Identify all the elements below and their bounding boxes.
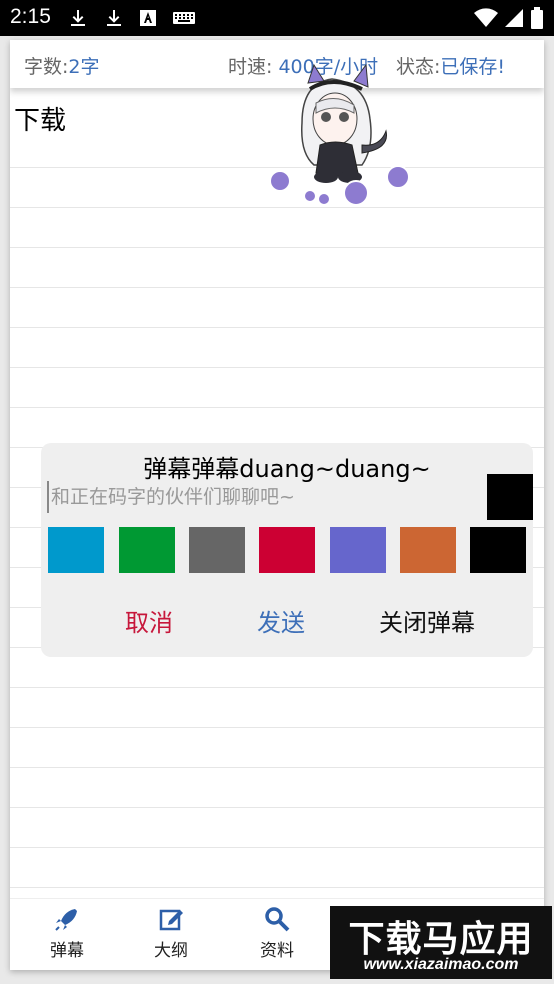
toolbar-item-danmaku[interactable]: 弹幕 bbox=[32, 905, 102, 961]
watermark-title: 下载马应用 bbox=[348, 919, 534, 960]
search-icon bbox=[265, 907, 290, 932]
toolbar-item-label: 弹幕 bbox=[50, 941, 84, 961]
status-bar: 2:15 bbox=[0, 0, 554, 36]
font-icon bbox=[140, 10, 156, 26]
color-swatch-red[interactable] bbox=[259, 527, 315, 573]
color-swatch-purple[interactable] bbox=[330, 527, 386, 573]
download-icon bbox=[71, 10, 85, 26]
toolbar-item-label: 资料 bbox=[260, 941, 294, 961]
color-swatch-green[interactable] bbox=[119, 527, 175, 573]
download-icon bbox=[107, 10, 121, 26]
danmaku-dialog: 弹幕弹幕duang~duang~ 取消 发送 关闭弹幕 bbox=[41, 443, 533, 657]
toolbar-item-label: 大纲 bbox=[154, 941, 188, 961]
rocket-icon bbox=[55, 909, 77, 931]
status-time: 2:15 bbox=[10, 5, 51, 28]
watermark-url: www.xiazaimao.com bbox=[363, 956, 519, 973]
word-count: 字数:2字 bbox=[24, 56, 100, 78]
toolbar-item-materials[interactable]: 资料 bbox=[242, 905, 312, 961]
color-swatch-orange[interactable] bbox=[400, 527, 456, 573]
battery-icon bbox=[531, 7, 543, 29]
keyboard-icon bbox=[173, 12, 195, 24]
selected-color-preview bbox=[487, 474, 533, 520]
editor-paper: 字数:2字 时速: 400字/小时 状态:已保存! 下载 弹幕弹幕duang~d… bbox=[10, 40, 544, 970]
mascot-icon bbox=[269, 63, 410, 206]
watermark-logo: 下载马应用 www.xiazaimao.com bbox=[330, 906, 552, 979]
dialog-title: 弹幕弹幕duang~duang~ bbox=[143, 455, 431, 483]
signal-icon bbox=[505, 9, 523, 27]
edit-icon bbox=[159, 909, 183, 931]
send-button[interactable]: 发送 bbox=[257, 603, 305, 638]
color-swatch-gray[interactable] bbox=[189, 527, 245, 573]
document-text[interactable]: 下载 bbox=[14, 100, 66, 137]
close-danmaku-button[interactable]: 关闭弹幕 bbox=[379, 603, 475, 638]
color-swatch-black[interactable] bbox=[470, 527, 526, 573]
save-status: 状态:已保存! bbox=[396, 56, 506, 78]
cancel-button[interactable]: 取消 bbox=[125, 603, 173, 638]
danmaku-message-input[interactable] bbox=[47, 481, 477, 513]
toolbar-item-outline[interactable]: 大纲 bbox=[136, 905, 206, 961]
color-swatches bbox=[48, 527, 533, 573]
wifi-icon bbox=[474, 8, 498, 27]
color-swatch-blue[interactable] bbox=[48, 527, 104, 573]
